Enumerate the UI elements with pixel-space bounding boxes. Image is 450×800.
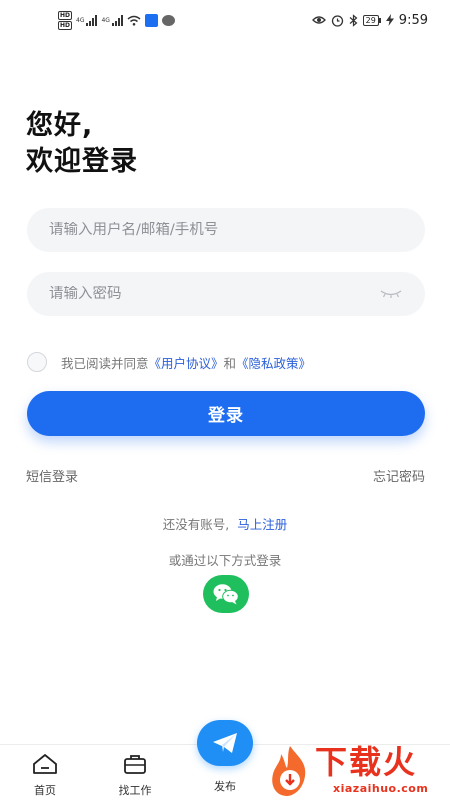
- home-icon: [33, 754, 57, 774]
- status-bar: HD HD 4G 4G 29 9:59: [0, 0, 450, 40]
- username-field-wrapper: [27, 208, 425, 252]
- publish-button[interactable]: [197, 720, 253, 766]
- status-bar-left: HD HD 4G 4G: [58, 10, 175, 30]
- nav-home[interactable]: 首页: [15, 753, 75, 798]
- agreement-row: 我已阅读并同意 《用户协议》 和 《隐私政策》: [27, 352, 311, 372]
- alarm-icon: [331, 14, 343, 27]
- eye-icon: [311, 16, 326, 24]
- password-field-wrapper: [27, 272, 425, 316]
- nav-home-label: 首页: [34, 784, 56, 797]
- register-prompt: 还没有账号,: [162, 517, 230, 532]
- app-notification-icon: [144, 13, 158, 27]
- username-input[interactable]: [49, 222, 403, 238]
- register-row: 还没有账号, 马上注册: [0, 514, 450, 533]
- sms-login-link[interactable]: 短信登录: [26, 466, 78, 485]
- flame-logo-icon: [272, 746, 306, 796]
- hd-badge: HD: [58, 10, 73, 20]
- bluetooth-icon: [349, 13, 358, 27]
- user-agreement-link[interactable]: 《用户协议》: [149, 353, 224, 372]
- login-button[interactable]: 登录: [27, 391, 425, 436]
- wifi-icon: [127, 15, 141, 26]
- status-time: 9:59: [398, 12, 428, 28]
- status-bar-right: 29 9:59: [311, 11, 428, 29]
- nav-find-job[interactable]: 找工作: [105, 753, 165, 798]
- signal-icon: [111, 14, 123, 26]
- agreement-and: 和: [223, 355, 237, 371]
- greeting-line-1: 您好,: [26, 110, 94, 141]
- greeting: 您好, 欢迎登录: [26, 108, 138, 180]
- signal-icon: [86, 14, 98, 26]
- hd-badge: HD: [58, 20, 73, 30]
- paper-plane-icon: [213, 733, 237, 753]
- password-visibility-toggle[interactable]: [379, 287, 403, 301]
- agreement-checkbox[interactable]: [27, 352, 47, 372]
- charging-icon: [385, 14, 394, 26]
- wechat-icon: [213, 584, 239, 605]
- chat-notification-icon: [161, 14, 175, 26]
- watermark: 下载火 xiazaihuo.com: [265, 742, 450, 800]
- register-link[interactable]: 马上注册: [237, 517, 287, 532]
- password-input[interactable]: [49, 286, 379, 302]
- network-type: 4G: [76, 16, 85, 24]
- hd-badges: HD HD: [58, 10, 73, 30]
- briefcase-icon: [124, 755, 146, 774]
- other-login-label: 或通过以下方式登录: [168, 553, 282, 568]
- nav-publish-label: 发布: [214, 780, 236, 793]
- nav-publish[interactable]: 发布: [195, 775, 255, 794]
- agreement-prefix: 我已阅读并同意: [61, 355, 149, 371]
- privacy-policy-link[interactable]: 《隐私政策》: [236, 353, 311, 372]
- watermark-url: xiazaihuo.com: [333, 782, 429, 795]
- forgot-password-link[interactable]: 忘记密码: [373, 466, 425, 485]
- network-type: 4G: [101, 16, 110, 24]
- wechat-login-button[interactable]: [203, 575, 249, 613]
- greeting-line-2: 欢迎登录: [26, 146, 138, 177]
- watermark-title: 下载火: [315, 743, 418, 781]
- battery-level: 29: [362, 14, 379, 26]
- nav-find-job-label: 找工作: [118, 784, 152, 797]
- battery-icon: 29: [362, 14, 381, 26]
- eye-closed-icon: [380, 290, 402, 298]
